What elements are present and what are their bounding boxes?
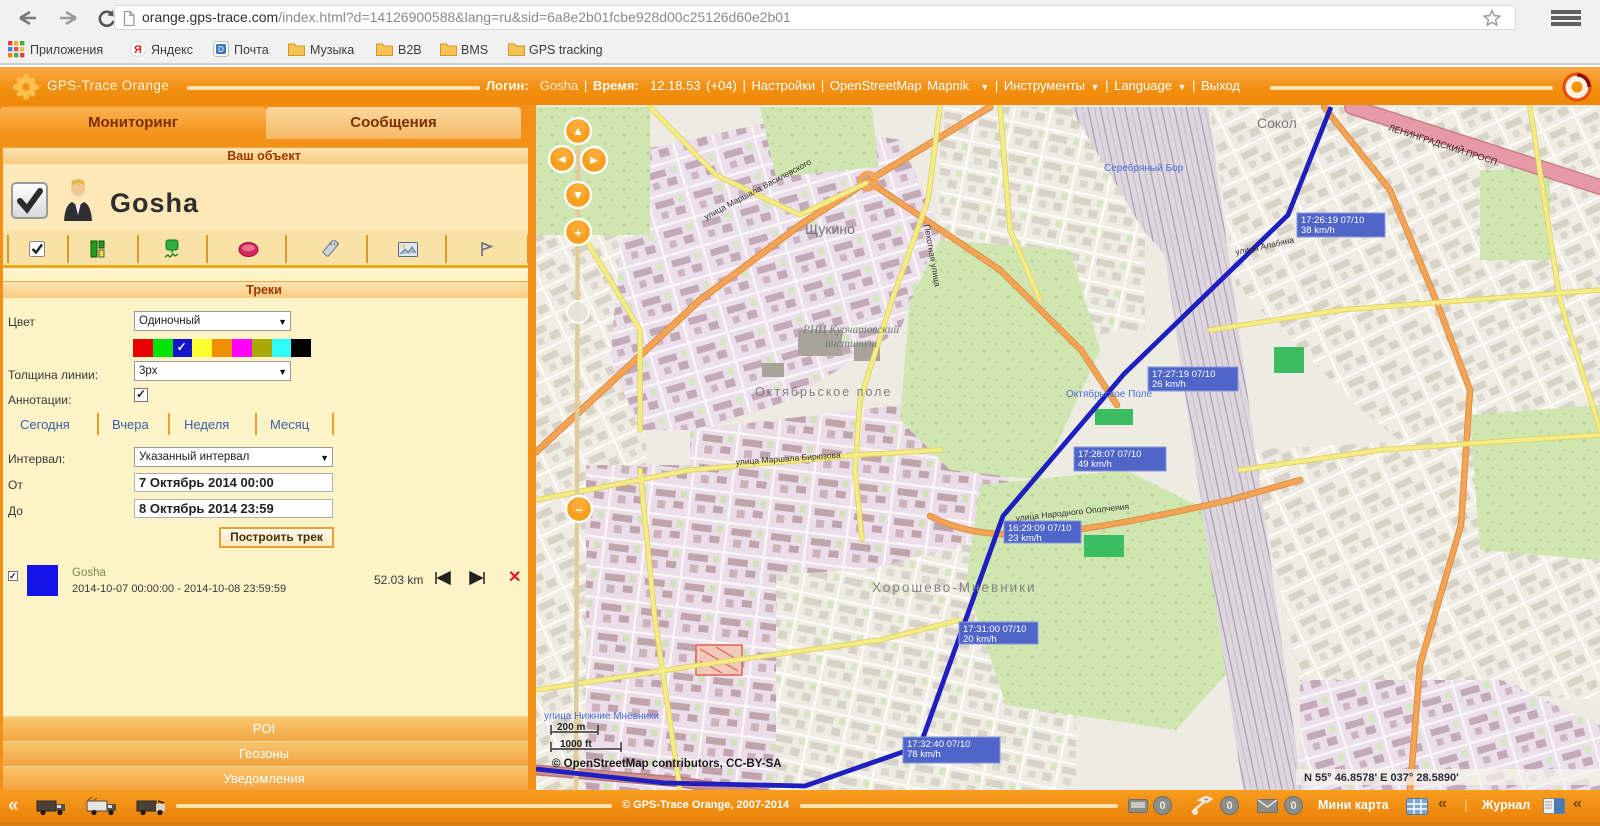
svg-text:−: − <box>575 503 582 517</box>
svg-text:78 km/h: 78 km/h <box>907 749 941 760</box>
svg-text:РНЦ Курчатовский: РНЦ Курчатовский <box>802 323 900 336</box>
svg-text:N 55° 46.8578' E 037° 28.5890: N 55° 46.8578' E 037° 28.5890' <box>1304 772 1459 784</box>
svg-text:▼: ▼ <box>572 188 584 202</box>
svg-text:23 km/h: 23 km/h <box>1008 533 1042 544</box>
svg-text:D: D <box>218 45 224 54</box>
svg-text:+: + <box>574 226 581 240</box>
svg-text:38 km/h: 38 km/h <box>1301 225 1335 236</box>
svg-text:Хорошево-Мневники: Хорошево-Мневники <box>872 580 1037 595</box>
svg-text:Серебряный Бор: Серебряный Бор <box>1104 162 1184 174</box>
svg-text:© OpenStreetMap contributors,: © OpenStreetMap contributors, CC-BY-SA <box>552 758 782 770</box>
svg-text:Октябрьское поле: Октябрьское поле <box>755 385 892 399</box>
svg-text:▲: ▲ <box>572 124 584 138</box>
svg-text:200 m: 200 m <box>557 722 585 733</box>
svg-text:20 km/h: 20 km/h <box>963 634 997 645</box>
svg-text:Октябрьское Поле: Октябрьское Поле <box>1066 388 1153 400</box>
svg-text:улица Нижние Мнёвники: улица Нижние Мнёвники <box>544 711 659 722</box>
svg-text:Щукино: Щукино <box>805 221 855 237</box>
svg-text:Я: Я <box>134 44 142 56</box>
svg-text:Сокол: Сокол <box>1257 115 1297 131</box>
svg-text:институт: институт <box>825 338 877 350</box>
svg-text:1000 ft: 1000 ft <box>560 739 592 750</box>
svg-text:49 km/h: 49 km/h <box>1078 459 1112 470</box>
svg-text:►: ► <box>588 153 600 167</box>
svg-text:◄: ◄ <box>556 152 568 166</box>
svg-text:26 km/h: 26 km/h <box>1152 379 1186 390</box>
